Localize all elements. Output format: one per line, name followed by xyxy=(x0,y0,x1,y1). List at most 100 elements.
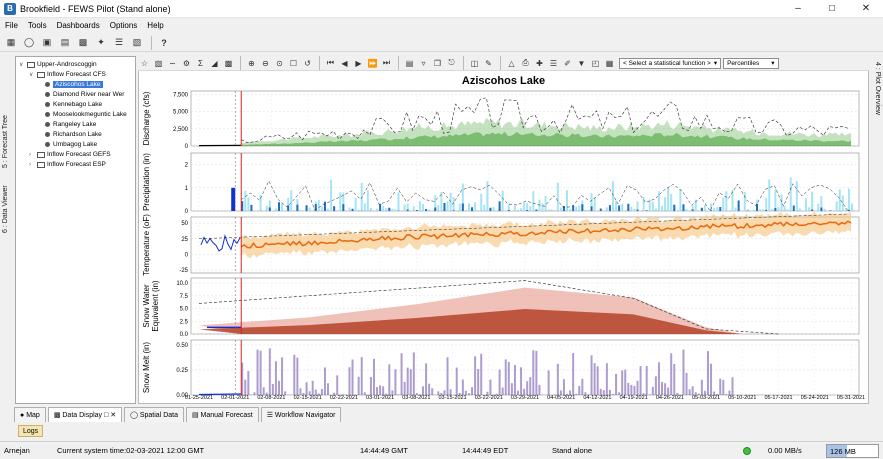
filter-icon[interactable]: ▿ xyxy=(417,57,430,70)
tree-leaf-richardson[interactable]: Richardson Lake xyxy=(45,130,102,139)
fast-forward-icon[interactable]: ⏩ xyxy=(366,57,379,70)
help-icon[interactable]: ? xyxy=(156,35,172,50)
last-icon[interactable]: ⏭ xyxy=(380,57,393,70)
tab-label: Data Display xyxy=(62,411,103,419)
precip-median-bar xyxy=(562,205,565,211)
settings-icon[interactable]: ⚙ xyxy=(180,57,193,70)
tree-leaf-aziscohos[interactable]: Aziscohos Lake xyxy=(45,80,103,89)
location-dot-icon xyxy=(45,82,50,87)
collapse-icon[interactable]: ∨ xyxy=(29,71,35,78)
precip-bar xyxy=(795,181,798,211)
tree-node-gefs[interactable]: › Inflow Forecast GEFS xyxy=(29,150,111,159)
memory-indicator[interactable]: 126 MB xyxy=(826,444,879,458)
tab-spatial-data[interactable]: ◯ Spatial Data xyxy=(124,407,184,422)
explorer-icon[interactable]: ▦ xyxy=(3,35,19,50)
precip-median-bar xyxy=(296,204,299,211)
tree-leaf-diamond[interactable]: Diamond River near Wer xyxy=(45,90,124,99)
previous-icon[interactable]: ◀ xyxy=(338,57,351,70)
snowmelt-bar xyxy=(425,363,428,395)
map-icon[interactable]: ▣ xyxy=(39,35,55,50)
menu-dashboards[interactable]: Dashboards xyxy=(52,21,105,30)
brush-icon[interactable]: ✐ xyxy=(561,57,574,70)
funnel-icon[interactable]: ▼ xyxy=(575,57,588,70)
tab-plot-overview[interactable]: 4 : Plot Overview xyxy=(874,62,881,115)
tab-data-display[interactable]: ▩ Data Display □ ✕ xyxy=(47,407,123,422)
legend-icon[interactable]: ▤ xyxy=(403,57,416,70)
paste-icon[interactable]: ⎋ xyxy=(445,57,458,70)
precip-bar xyxy=(593,197,596,211)
area-chart-icon[interactable]: ◢ xyxy=(208,57,221,70)
expand-icon[interactable]: › xyxy=(29,162,35,168)
layout-icon[interactable]: ▦ xyxy=(603,57,616,70)
sigma-icon[interactable]: Σ xyxy=(194,57,207,70)
star-icon[interactable]: ☆ xyxy=(138,57,151,70)
table-icon[interactable]: ▧ xyxy=(129,35,145,50)
tree-leaf-umbagog[interactable]: Umbagog Lake xyxy=(45,140,97,149)
edit-icon[interactable]: ✎ xyxy=(482,57,495,70)
tab-label: Map xyxy=(26,411,40,419)
menu-file[interactable]: File xyxy=(0,21,23,30)
copy-icon[interactable]: ❐ xyxy=(431,57,444,70)
chart-icon[interactable]: ▤ xyxy=(57,35,73,50)
table-icon[interactable]: ▧ xyxy=(152,57,165,70)
precip-bar xyxy=(477,210,480,211)
minimize-button[interactable]: – xyxy=(781,0,815,18)
snowmelt-bar xyxy=(520,367,523,395)
location-dot-icon xyxy=(45,92,50,97)
tick-label-y: 10.0 xyxy=(176,281,188,287)
zoom-in-icon[interactable]: ⊕ xyxy=(245,57,258,70)
next-icon[interactable]: ▶ xyxy=(352,57,365,70)
snowmelt-bar xyxy=(369,376,372,395)
tree-leaf-kennebago[interactable]: Kennebago Lake xyxy=(45,100,102,109)
first-icon[interactable]: ⏮ xyxy=(324,57,337,70)
stack-icon[interactable]: ☰ xyxy=(547,57,560,70)
tree-node-esp[interactable]: › Inflow Forecast ESP xyxy=(29,160,106,169)
tab-workflow-navigator[interactable]: ☰ Workflow Navigator xyxy=(260,407,342,422)
tree-leaf-mooselookmeguntic[interactable]: Mooselookmeguntic Lake xyxy=(45,110,127,119)
warning-icon[interactable]: △ xyxy=(505,57,518,70)
print-icon[interactable]: ⎙ xyxy=(519,57,532,70)
expand-icon[interactable]: › xyxy=(29,152,35,158)
precip-median-bar xyxy=(765,210,768,211)
zoom-fit-icon[interactable]: ⊙ xyxy=(273,57,286,70)
close-button[interactable]: ✕ xyxy=(849,0,883,18)
line-chart-icon[interactable]: ∽ xyxy=(166,57,179,70)
globe-icon[interactable]: ◯ xyxy=(21,35,37,50)
zoom-reset-icon[interactable]: ↺ xyxy=(301,57,314,70)
tree-node-root[interactable]: ∨ Upper-Androscoggin xyxy=(19,60,97,69)
menu-options[interactable]: Options xyxy=(105,21,143,30)
tab-label: Workflow Navigator xyxy=(274,411,336,419)
maximize-button[interactable]: □ xyxy=(815,0,849,18)
tree-leaf-label: Mooselookmeguntic Lake xyxy=(53,111,127,118)
snowmelt-bar xyxy=(664,383,667,395)
tree-node-cfs[interactable]: ∨ Inflow Forecast CFS xyxy=(29,70,106,79)
logs-button[interactable]: Logs xyxy=(18,425,44,437)
wrench-icon[interactable]: ✦ xyxy=(93,35,109,50)
tick-label-x: 03-29-2021 xyxy=(511,395,539,401)
grid-toggle-icon[interactable]: ▩ xyxy=(222,57,235,70)
tab-forecast-tree[interactable]: 5 : Forecast Tree xyxy=(2,115,9,168)
tree-leaf-rangeley[interactable]: Rangeley Lake xyxy=(45,120,96,129)
snowmelt-bar xyxy=(538,384,541,395)
zoom-out-icon[interactable]: ⊖ xyxy=(259,57,272,70)
grid-icon[interactable]: ▩ xyxy=(75,35,91,50)
menu-help[interactable]: Help xyxy=(142,21,168,30)
forecast-chart[interactable]: Aziscohos Lake Discharge (cfs) 0 2,500 5,000… xyxy=(139,57,868,403)
precip-median-bar xyxy=(434,207,437,211)
percentiles-select[interactable]: Percentiles ▾ xyxy=(723,57,779,69)
tick-label-x: 02-22-2021 xyxy=(330,395,358,401)
zoom-box-icon[interactable]: ☐ xyxy=(287,57,300,70)
tab-map[interactable]: ● Map xyxy=(14,407,46,422)
compare-icon[interactable]: ◰ xyxy=(589,57,602,70)
precip-bar xyxy=(611,181,614,211)
collapse-icon[interactable]: ∨ xyxy=(19,61,25,68)
snowmelt-bar xyxy=(360,357,363,395)
tab-data-viewer[interactable]: 6 : Data Viewer xyxy=(2,185,9,233)
close-icon[interactable]: ✕ xyxy=(108,411,116,419)
save-icon[interactable]: ◫ xyxy=(468,57,481,70)
list-icon[interactable]: ☰ xyxy=(111,35,127,50)
menu-tools[interactable]: Tools xyxy=(23,21,52,30)
stat-function-select[interactable]: < Select a statistical function > ▾ xyxy=(619,57,722,69)
tab-manual-forecast[interactable]: ▤ Manual Forecast xyxy=(185,407,259,422)
add-point-icon[interactable]: ✚ xyxy=(533,57,546,70)
